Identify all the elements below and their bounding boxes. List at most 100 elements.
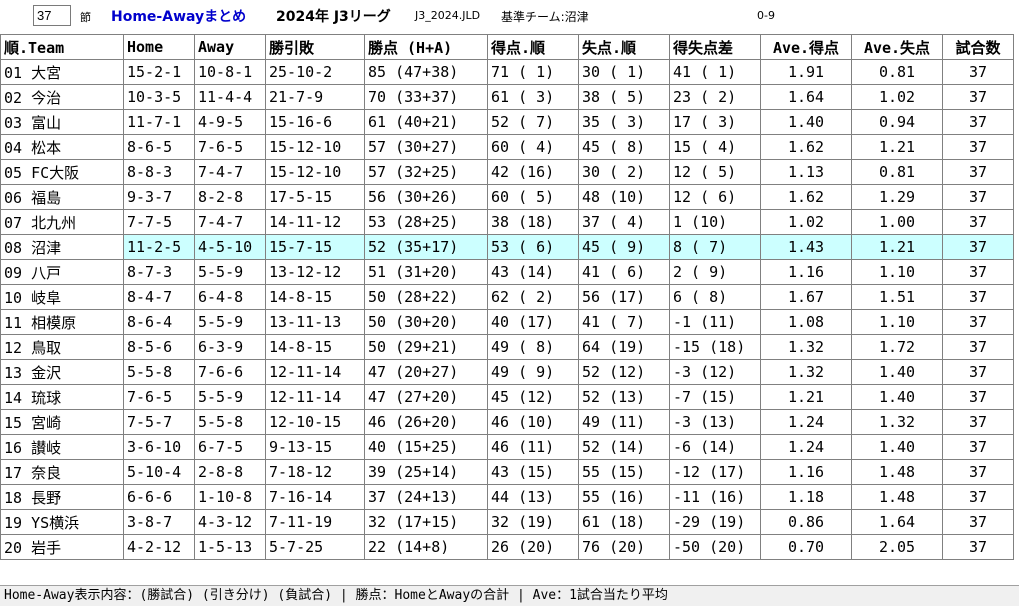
cell-home[interactable]: 11-7-1 xyxy=(123,109,195,135)
cell-team[interactable]: 19 YS横浜 xyxy=(0,509,124,535)
table-row[interactable]: 17 奈良 5-10-4 2-8-8 7-18-12 39 (25+14) 43 (15)… xyxy=(0,459,1014,485)
cell-ave-for[interactable]: 1.32 xyxy=(760,334,852,360)
cell-record[interactable]: 15-16-6 xyxy=(265,109,365,135)
cell-team[interactable]: 06 福島 xyxy=(0,184,124,210)
cell-goals-for[interactable]: 26 (20) xyxy=(487,534,579,560)
cell-points[interactable]: 46 (26+20) xyxy=(364,409,488,435)
cell-goal-diff[interactable]: 6 ( 8) xyxy=(669,284,761,310)
cell-points[interactable]: 50 (30+20) xyxy=(364,309,488,335)
cell-away[interactable]: 10-8-1 xyxy=(194,59,266,85)
cell-goals-against[interactable]: 49 (11) xyxy=(578,409,670,435)
cell-ave-against[interactable]: 1.72 xyxy=(851,334,943,360)
cell-team[interactable]: 01 大宮 xyxy=(0,59,124,85)
cell-record[interactable]: 14-11-12 xyxy=(265,209,365,235)
table-row[interactable]: 02 今治 10-3-5 11-4-4 21-7-9 70 (33+37) 61 ( 3)… xyxy=(0,84,1014,110)
cell-games[interactable]: 37 xyxy=(942,84,1014,110)
cell-goal-diff[interactable]: 1 (10) xyxy=(669,209,761,235)
cell-games[interactable]: 37 xyxy=(942,384,1014,410)
cell-goals-for[interactable]: 52 ( 7) xyxy=(487,109,579,135)
cell-ave-against[interactable]: 0.81 xyxy=(851,59,943,85)
cell-goal-diff[interactable]: 12 ( 5) xyxy=(669,159,761,185)
cell-goals-against[interactable]: 55 (15) xyxy=(578,459,670,485)
cell-games[interactable]: 37 xyxy=(942,59,1014,85)
cell-ave-for[interactable]: 1.64 xyxy=(760,84,852,110)
cell-away[interactable]: 8-2-8 xyxy=(194,184,266,210)
cell-ave-against[interactable]: 1.10 xyxy=(851,309,943,335)
cell-ave-for[interactable]: 0.86 xyxy=(760,509,852,535)
cell-ave-against[interactable]: 1.32 xyxy=(851,409,943,435)
table-row[interactable]: 16 讃岐 3-6-10 6-7-5 9-13-15 40 (15+25) 46 (11)… xyxy=(0,434,1014,460)
cell-team[interactable]: 15 宮崎 xyxy=(0,409,124,435)
cell-team[interactable]: 08 沼津 xyxy=(0,234,124,260)
cell-home[interactable]: 8-5-6 xyxy=(123,334,195,360)
cell-ave-against[interactable]: 0.81 xyxy=(851,159,943,185)
cell-ave-for[interactable]: 1.08 xyxy=(760,309,852,335)
cell-games[interactable]: 37 xyxy=(942,209,1014,235)
cell-goals-against[interactable]: 48 (10) xyxy=(578,184,670,210)
column-header-goals-against[interactable]: 失点.順 xyxy=(578,34,670,60)
cell-goal-diff[interactable]: -50 (20) xyxy=(669,534,761,560)
cell-home[interactable]: 4-2-12 xyxy=(123,534,195,560)
cell-away[interactable]: 7-4-7 xyxy=(194,209,266,235)
column-header-games[interactable]: 試合数 xyxy=(942,34,1014,60)
cell-games[interactable]: 37 xyxy=(942,184,1014,210)
cell-points[interactable]: 22 (14+8) xyxy=(364,534,488,560)
cell-goal-diff[interactable]: 17 ( 3) xyxy=(669,109,761,135)
cell-home[interactable]: 8-4-7 xyxy=(123,284,195,310)
column-header-ave-for[interactable]: Ave.得点 xyxy=(760,34,852,60)
cell-points[interactable]: 53 (28+25) xyxy=(364,209,488,235)
table-row[interactable]: 19 YS横浜 3-8-7 4-3-12 7-11-19 32 (17+15) 32 (1… xyxy=(0,509,1014,535)
cell-games[interactable]: 37 xyxy=(942,334,1014,360)
cell-away[interactable]: 4-9-5 xyxy=(194,109,266,135)
cell-goals-against[interactable]: 45 ( 9) xyxy=(578,234,670,260)
cell-points[interactable]: 50 (28+22) xyxy=(364,284,488,310)
cell-goals-for[interactable]: 46 (10) xyxy=(487,409,579,435)
cell-away[interactable]: 11-4-4 xyxy=(194,84,266,110)
cell-home[interactable]: 10-3-5 xyxy=(123,84,195,110)
table-row[interactable]: 07 北九州 7-7-5 7-4-7 14-11-12 53 (28+25) 38 (18… xyxy=(0,209,1014,235)
cell-ave-against[interactable]: 0.94 xyxy=(851,109,943,135)
table-row[interactable]: 15 宮崎 7-5-7 5-5-8 12-10-15 46 (26+20) 46 (10)… xyxy=(0,409,1014,435)
cell-ave-for[interactable]: 1.02 xyxy=(760,209,852,235)
cell-goal-diff[interactable]: -1 (11) xyxy=(669,309,761,335)
cell-goals-for[interactable]: 43 (15) xyxy=(487,459,579,485)
cell-goals-against[interactable]: 64 (19) xyxy=(578,334,670,360)
cell-games[interactable]: 37 xyxy=(942,109,1014,135)
cell-goals-for[interactable]: 71 ( 1) xyxy=(487,59,579,85)
cell-goal-diff[interactable]: 23 ( 2) xyxy=(669,84,761,110)
cell-record[interactable]: 12-11-14 xyxy=(265,359,365,385)
cell-goals-for[interactable]: 49 ( 8) xyxy=(487,334,579,360)
cell-goals-for[interactable]: 40 (17) xyxy=(487,309,579,335)
cell-record[interactable]: 14-8-15 xyxy=(265,284,365,310)
cell-record[interactable]: 15-7-15 xyxy=(265,234,365,260)
cell-goals-against[interactable]: 55 (16) xyxy=(578,484,670,510)
table-row[interactable]: 08 沼津 11-2-5 4-5-10 15-7-15 52 (35+17) 53 ( 6… xyxy=(0,234,1014,260)
cell-games[interactable]: 37 xyxy=(942,359,1014,385)
cell-ave-against[interactable]: 1.21 xyxy=(851,234,943,260)
cell-ave-for[interactable]: 1.16 xyxy=(760,459,852,485)
cell-away[interactable]: 6-7-5 xyxy=(194,434,266,460)
cell-ave-for[interactable]: 1.62 xyxy=(760,134,852,160)
cell-ave-for[interactable]: 1.62 xyxy=(760,184,852,210)
cell-points[interactable]: 47 (20+27) xyxy=(364,359,488,385)
cell-home[interactable]: 6-6-6 xyxy=(123,484,195,510)
cell-record[interactable]: 13-12-12 xyxy=(265,259,365,285)
cell-games[interactable]: 37 xyxy=(942,534,1014,560)
cell-goal-diff[interactable]: 15 ( 4) xyxy=(669,134,761,160)
cell-goals-for[interactable]: 42 (16) xyxy=(487,159,579,185)
cell-away[interactable]: 7-6-6 xyxy=(194,359,266,385)
cell-goal-diff[interactable]: 8 ( 7) xyxy=(669,234,761,260)
cell-ave-against[interactable]: 1.00 xyxy=(851,209,943,235)
cell-goals-against[interactable]: 30 ( 1) xyxy=(578,59,670,85)
cell-goals-against[interactable]: 76 (20) xyxy=(578,534,670,560)
cell-goals-for[interactable]: 61 ( 3) xyxy=(487,84,579,110)
cell-games[interactable]: 37 xyxy=(942,409,1014,435)
cell-ave-for[interactable]: 1.43 xyxy=(760,234,852,260)
cell-goals-for[interactable]: 43 (14) xyxy=(487,259,579,285)
cell-games[interactable]: 37 xyxy=(942,159,1014,185)
cell-home[interactable]: 5-5-8 xyxy=(123,359,195,385)
cell-record[interactable]: 5-7-25 xyxy=(265,534,365,560)
cell-goal-diff[interactable]: -3 (12) xyxy=(669,359,761,385)
cell-ave-for[interactable]: 1.67 xyxy=(760,284,852,310)
cell-record[interactable]: 14-8-15 xyxy=(265,334,365,360)
